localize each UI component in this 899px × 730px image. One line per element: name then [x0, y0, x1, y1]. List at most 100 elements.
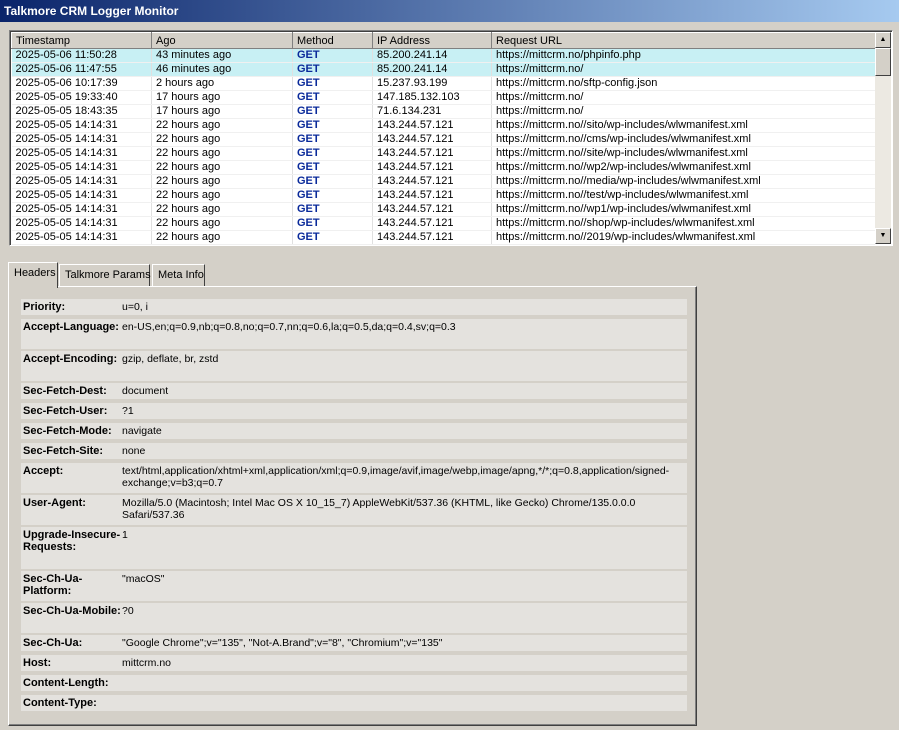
- cell-timestamp: 2025-05-05 14:14:31: [11, 132, 152, 147]
- vertical-scrollbar[interactable]: ▲ ▼: [875, 32, 891, 244]
- table-row[interactable]: 2025-05-05 14:14:31 22 hours ago GET 143.24…: [11, 188, 875, 203]
- header-value: 1: [122, 529, 128, 541]
- header-value: en-US,en;q=0.9,nb;q=0.8,no;q=0.7,nn;q=0.…: [122, 321, 456, 333]
- cell-request-url: https://mittcrm.no//wp2/wp-includes/wlwm…: [491, 160, 875, 175]
- cell-method: GET: [292, 90, 373, 105]
- triangle-down-icon: ▼: [879, 232, 887, 239]
- header-key: Sec-Fetch-Site:: [23, 445, 104, 457]
- cell-timestamp: 2025-05-05 14:14:31: [11, 216, 152, 231]
- tab-talkmore-params[interactable]: Talkmore Params: [59, 264, 151, 287]
- table-row[interactable]: 2025-05-05 14:14:31 22 hours ago GET 143.24…: [11, 174, 875, 189]
- header-value: u=0, i: [122, 301, 148, 313]
- cell-request-url: https://mittcrm.no//test/wp-includes/wlw…: [491, 188, 875, 203]
- column-header-method[interactable]: Method: [292, 32, 373, 49]
- cell-ago: 22 hours ago: [151, 188, 293, 203]
- cell-method: GET: [292, 230, 373, 245]
- cell-ago: 22 hours ago: [151, 202, 293, 217]
- header-key: Sec-Fetch-User:: [23, 405, 108, 417]
- cell-request-url: https://mittcrm.no/: [491, 62, 875, 77]
- cell-ip-address: 71.6.134.231: [372, 104, 492, 119]
- cell-ago: 43 minutes ago: [151, 48, 293, 63]
- tab-meta-info[interactable]: Meta Info: [152, 264, 205, 287]
- table-row[interactable]: 2025-05-05 14:14:31 22 hours ago GET 143.24…: [11, 132, 875, 147]
- cell-request-url: https://mittcrm.no//cms/wp-includes/wlwm…: [491, 132, 875, 147]
- table-row[interactable]: 2025-05-05 14:14:31 22 hours ago GET 143.24…: [11, 230, 875, 245]
- cell-ip-address: 143.244.57.121: [372, 132, 492, 147]
- cell-ago: 22 hours ago: [151, 118, 293, 133]
- header-value: document: [122, 385, 169, 397]
- cell-method: GET: [292, 146, 373, 161]
- header-key: Accept-Encoding:: [23, 353, 118, 365]
- column-header-timestamp[interactable]: Timestamp: [11, 32, 152, 49]
- table-row[interactable]: 2025-05-05 14:14:31 22 hours ago GET 143.24…: [11, 160, 875, 175]
- cell-ago: 22 hours ago: [151, 132, 293, 147]
- header-value: gzip, deflate, br, zstd: [122, 353, 219, 365]
- cell-ip-address: 143.244.57.121: [372, 160, 492, 175]
- scroll-up-button[interactable]: ▲: [875, 32, 891, 48]
- cell-ip-address: 147.185.132.103: [372, 90, 492, 105]
- column-header-ip-address[interactable]: IP Address: [372, 32, 492, 49]
- cell-timestamp: 2025-05-06 10:17:39: [11, 76, 152, 91]
- cell-method: GET: [292, 188, 373, 203]
- cell-ip-address: 143.244.57.121: [372, 202, 492, 217]
- header-key: Host:: [23, 657, 52, 669]
- request-log-list[interactable]: Timestamp Ago Method IP Address Request …: [9, 30, 893, 246]
- cell-method: GET: [292, 104, 373, 119]
- tab-label: Meta Info: [158, 269, 204, 281]
- cell-request-url: https://mittcrm.no//site/wp-includes/wlw…: [491, 146, 875, 161]
- scroll-down-button[interactable]: ▼: [875, 228, 891, 244]
- table-row[interactable]: 2025-05-05 14:14:31 22 hours ago GET 143.24…: [11, 118, 875, 133]
- cell-request-url: https://mittcrm.no/sftp-config.json: [491, 76, 875, 91]
- cell-method: GET: [292, 216, 373, 231]
- cell-ago: 22 hours ago: [151, 230, 293, 245]
- table-row[interactable]: 2025-05-06 10:17:39 2 hours ago GET 15.237.…: [11, 76, 875, 91]
- header-key: Accept-Language:: [23, 321, 119, 333]
- cell-ip-address: 143.244.57.121: [372, 230, 492, 245]
- header-value: navigate: [122, 425, 162, 437]
- header-row: User-Agent: Mozilla/5.0 (Macintosh; Intel…: [21, 495, 687, 525]
- column-header-ago[interactable]: Ago: [151, 32, 293, 49]
- table-row[interactable]: 2025-05-05 19:33:40 17 hours ago GET 147.18…: [11, 90, 875, 105]
- cell-ago: 2 hours ago: [151, 76, 293, 91]
- header-value: ?0: [122, 605, 134, 617]
- table-row[interactable]: 2025-05-05 14:14:31 22 hours ago GET 143.24…: [11, 202, 875, 217]
- cell-method: GET: [292, 62, 373, 77]
- cell-ip-address: 15.237.93.199: [372, 76, 492, 91]
- table-row[interactable]: 2025-05-06 11:50:28 43 minutes ago GET 85.2…: [11, 48, 875, 63]
- header-key: Upgrade-Insecure-Requests:: [23, 529, 121, 553]
- cell-timestamp: 2025-05-06 11:47:55: [11, 62, 152, 77]
- cell-timestamp: 2025-05-05 14:14:31: [11, 188, 152, 203]
- table-row[interactable]: 2025-05-05 14:14:31 22 hours ago GET 143.24…: [11, 216, 875, 231]
- header-row: Sec-Fetch-Site: none: [21, 443, 687, 459]
- scroll-thumb[interactable]: [875, 48, 891, 76]
- cell-ip-address: 143.244.57.121: [372, 118, 492, 133]
- request-log-table: Timestamp Ago Method IP Address Request …: [11, 32, 875, 245]
- table-row[interactable]: 2025-05-06 11:47:55 46 minutes ago GET 85.2…: [11, 62, 875, 77]
- table-row[interactable]: 2025-05-05 18:43:35 17 hours ago GET 71.6.1…: [11, 104, 875, 119]
- header-value: none: [122, 445, 146, 457]
- cell-ip-address: 143.244.57.121: [372, 174, 492, 189]
- header-value: mittcrm.no: [122, 657, 172, 669]
- cell-ago: 22 hours ago: [151, 216, 293, 231]
- cell-method: GET: [292, 174, 373, 189]
- triangle-up-icon: ▲: [879, 36, 887, 43]
- cell-timestamp: 2025-05-05 14:14:31: [11, 160, 152, 175]
- header-row: Sec-Ch-Ua-Mobile: ?0: [21, 603, 687, 633]
- tab-headers[interactable]: Headers: [8, 262, 58, 288]
- cell-timestamp: 2025-05-05 14:14:31: [11, 146, 152, 161]
- cell-method: GET: [292, 202, 373, 217]
- cell-request-url: https://mittcrm.no//wp1/wp-includes/wlwm…: [491, 202, 875, 217]
- cell-timestamp: 2025-05-05 14:14:31: [11, 174, 152, 189]
- cell-ip-address: 143.244.57.121: [372, 216, 492, 231]
- cell-timestamp: 2025-05-05 18:43:35: [11, 104, 152, 119]
- cell-method: GET: [292, 48, 373, 63]
- column-header-request-url[interactable]: Request URL: [491, 32, 875, 49]
- cell-ago: 17 hours ago: [151, 90, 293, 105]
- header-row: Accept-Encoding: gzip, deflate, br, zstd: [21, 351, 687, 381]
- header-key: User-Agent:: [23, 497, 86, 509]
- header-row: Content-Length:: [21, 675, 687, 691]
- cell-request-url: https://mittcrm.no//2019/wp-includes/wlw…: [491, 230, 875, 245]
- header-value: text/html,application/xhtml+xml,applicat…: [122, 465, 670, 489]
- cell-timestamp: 2025-05-05 14:14:31: [11, 118, 152, 133]
- table-row[interactable]: 2025-05-05 14:14:31 22 hours ago GET 143.24…: [11, 146, 875, 161]
